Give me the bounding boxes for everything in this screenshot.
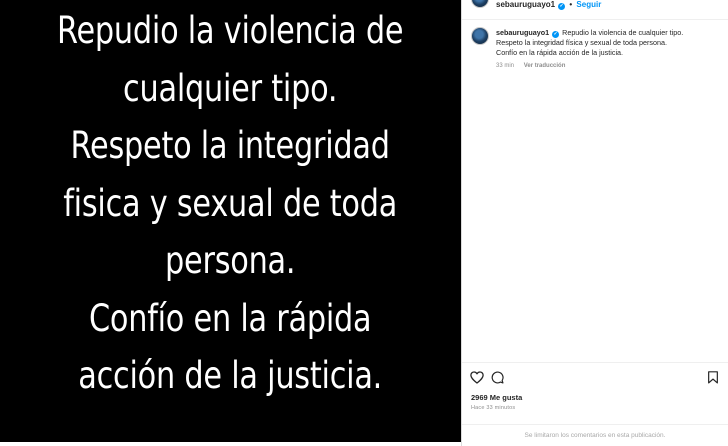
verified-icon: ✓ xyxy=(558,3,566,10)
post-text-line: Confío en la rápida xyxy=(89,296,372,340)
header-username-row: sebauruguayo1 ✓ • Seguir xyxy=(496,0,601,10)
username-link[interactable]: sebauruguayo1 xyxy=(496,0,555,9)
post-timestamp[interactable]: Hace 33 minutos xyxy=(471,405,515,411)
separator: • xyxy=(569,0,573,9)
comments-limited-notice: Se limitaron los comentarios en esta pub… xyxy=(524,432,666,439)
header-divider xyxy=(462,19,728,20)
post-image-text: Repudio la violencia de cualquier tipo. … xyxy=(57,2,404,405)
verified-icon: ✓ xyxy=(552,31,560,38)
post-image[interactable]: Repudio la violencia de cualquier tipo. … xyxy=(0,0,461,442)
caption-line: Repudio la violencia de cualquier tipo. xyxy=(562,28,684,37)
avatar[interactable] xyxy=(471,0,489,8)
caption-line: Confío en la rápida acción de la justici… xyxy=(496,47,624,57)
follow-button[interactable]: Seguir xyxy=(576,0,601,9)
caption-time[interactable]: 33 min xyxy=(496,63,514,69)
post-text-line: Repudio la violencia de xyxy=(57,9,404,52)
actions-divider xyxy=(462,362,728,363)
caption-meta: 33 min Ver traducción xyxy=(496,62,722,72)
footer-divider xyxy=(462,424,728,425)
translate-button[interactable]: Ver traducción xyxy=(524,63,566,69)
post-text-line: Respeto la integridad xyxy=(70,124,391,167)
bookmark-icon[interactable] xyxy=(707,371,719,384)
post-text-line: cualquier tipo. xyxy=(123,66,338,110)
likes-count[interactable]: 2969 Me gusta xyxy=(471,393,522,402)
post-side-panel: sebauruguayo1 ✓ • Seguir sebauruguayo1 ✓ Re… xyxy=(462,0,728,446)
post-text-line: acción de la justicia. xyxy=(78,354,383,397)
avatar[interactable] xyxy=(471,27,489,45)
post-header: sebauruguayo1 ✓ • Seguir xyxy=(462,0,728,12)
heart-icon[interactable] xyxy=(470,371,484,384)
caption-line: Respeto la integridad física y sexual de… xyxy=(496,38,668,47)
post-text-line: persona. xyxy=(165,239,296,282)
caption-body: sebauruguayo1 ✓ Repudio la violencia de cu… xyxy=(496,28,722,72)
caption-username[interactable]: sebauruguayo1 xyxy=(496,28,549,37)
comment-icon[interactable] xyxy=(491,371,504,384)
post-text-line: fisica y sexual de toda xyxy=(63,181,398,225)
